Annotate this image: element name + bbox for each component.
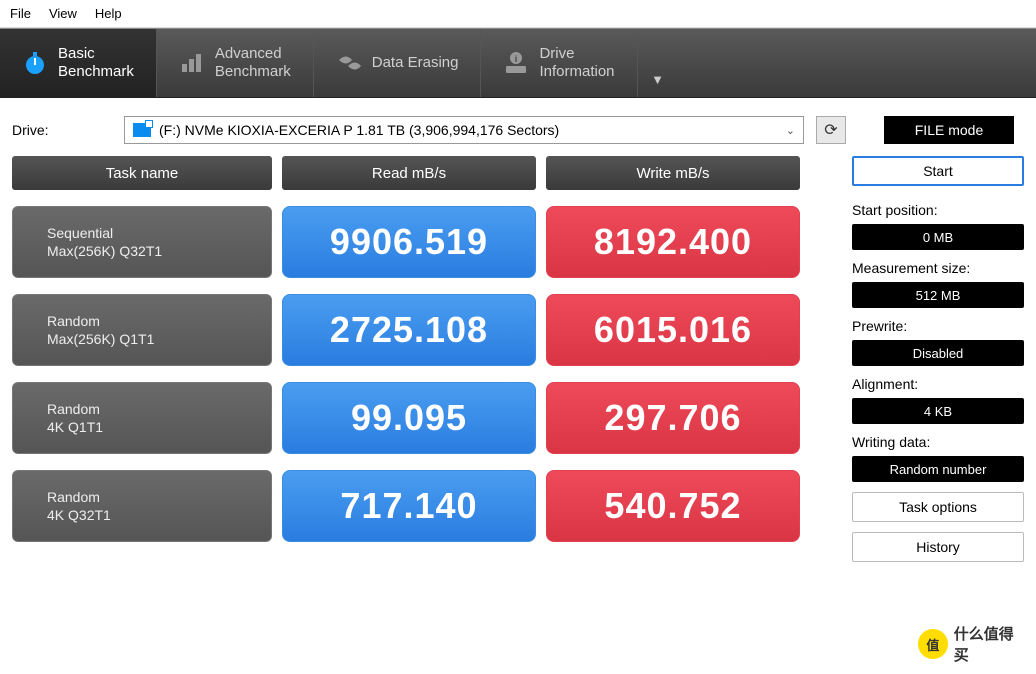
history-button[interactable]: History xyxy=(852,532,1024,562)
write-value: 6015.016 xyxy=(546,294,800,366)
writing-data-label: Writing data: xyxy=(852,434,1024,450)
prewrite-value[interactable]: Disabled xyxy=(852,340,1024,366)
tab-advanced-benchmark[interactable]: AdvancedBenchmark xyxy=(157,29,314,97)
write-value: 540.752 xyxy=(546,470,800,542)
drive-row: Drive: (F:) NVMe KIOXIA-EXCERIA P 1.81 T… xyxy=(0,98,1036,156)
toolbar: BasicBenchmark AdvancedBenchmark Data Er… xyxy=(0,28,1036,98)
header-write: Write mB/s xyxy=(546,156,800,190)
tab-label: Data Erasing xyxy=(372,54,459,72)
tab-label: AdvancedBenchmark xyxy=(215,45,291,81)
write-value: 8192.400 xyxy=(546,206,800,278)
menu-help[interactable]: Help xyxy=(95,6,122,21)
measurement-size-label: Measurement size: xyxy=(852,260,1024,276)
start-position-value[interactable]: 0 MB xyxy=(852,224,1024,250)
header-task: Task name xyxy=(12,156,272,190)
menu-view[interactable]: View xyxy=(49,6,77,21)
stopwatch-icon xyxy=(22,50,48,76)
task-sequential-q32t1[interactable]: Sequential Max(256K) Q32T1 xyxy=(12,206,272,278)
alignment-label: Alignment: xyxy=(852,376,1024,392)
table-row: Random Max(256K) Q1T1 2725.108 6015.016 xyxy=(12,294,834,366)
tab-label: BasicBenchmark xyxy=(58,45,134,81)
drive-info-icon: i xyxy=(503,50,529,76)
writing-data-value[interactable]: Random number xyxy=(852,456,1024,482)
menubar: File View Help xyxy=(0,0,1036,28)
refresh-icon: ⟳ xyxy=(824,120,837,140)
file-mode-button[interactable]: FILE mode xyxy=(884,116,1014,144)
table-row: Random 4K Q32T1 717.140 540.752 xyxy=(12,470,834,542)
start-position-label: Start position: xyxy=(852,202,1024,218)
benchmark-table: Task name Read mB/s Write mB/s Sequentia… xyxy=(12,156,834,562)
watermark: 值 什么值得买 xyxy=(918,622,1028,666)
prewrite-label: Prewrite: xyxy=(852,318,1024,334)
chevron-down-icon: ⌄ xyxy=(786,124,795,137)
read-value: 9906.519 xyxy=(282,206,536,278)
table-row: Random 4K Q1T1 99.095 297.706 xyxy=(12,382,834,454)
read-value: 99.095 xyxy=(282,382,536,454)
drive-label: Drive: xyxy=(12,122,112,138)
measurement-size-value[interactable]: 512 MB xyxy=(852,282,1024,308)
write-value: 297.706 xyxy=(546,382,800,454)
refresh-button[interactable]: ⟳ xyxy=(816,116,846,144)
header-read: Read mB/s xyxy=(282,156,536,190)
task-random-4k-q32t1[interactable]: Random 4K Q32T1 xyxy=(12,470,272,542)
tab-drive-information[interactable]: i DriveInformation xyxy=(481,29,637,97)
side-panel: Start Start position: 0 MB Measurement s… xyxy=(852,156,1024,562)
task-options-button[interactable]: Task options xyxy=(852,492,1024,522)
toolbar-overflow[interactable]: ▼ xyxy=(638,29,678,97)
tab-basic-benchmark[interactable]: BasicBenchmark xyxy=(0,29,157,97)
table-row: Sequential Max(256K) Q32T1 9906.519 8192… xyxy=(12,206,834,278)
svg-text:i: i xyxy=(515,54,518,64)
erase-icon xyxy=(336,50,362,76)
read-value: 717.140 xyxy=(282,470,536,542)
start-button[interactable]: Start xyxy=(852,156,1024,186)
drive-selected-text: (F:) NVMe KIOXIA-EXCERIA P 1.81 TB (3,90… xyxy=(159,122,559,138)
tab-label: DriveInformation xyxy=(539,45,614,81)
task-random-max-q1t1[interactable]: Random Max(256K) Q1T1 xyxy=(12,294,272,366)
read-value: 2725.108 xyxy=(282,294,536,366)
bars-icon xyxy=(179,50,205,76)
tab-data-erasing[interactable]: Data Erasing xyxy=(314,29,482,97)
task-random-4k-q1t1[interactable]: Random 4K Q1T1 xyxy=(12,382,272,454)
chevron-down-icon: ▼ xyxy=(651,72,664,87)
disk-icon xyxy=(133,123,151,137)
drive-select[interactable]: (F:) NVMe KIOXIA-EXCERIA P 1.81 TB (3,90… xyxy=(124,116,804,144)
smzdm-logo-icon: 值 xyxy=(918,629,948,659)
menu-file[interactable]: File xyxy=(10,6,31,21)
alignment-value[interactable]: 4 KB xyxy=(852,398,1024,424)
